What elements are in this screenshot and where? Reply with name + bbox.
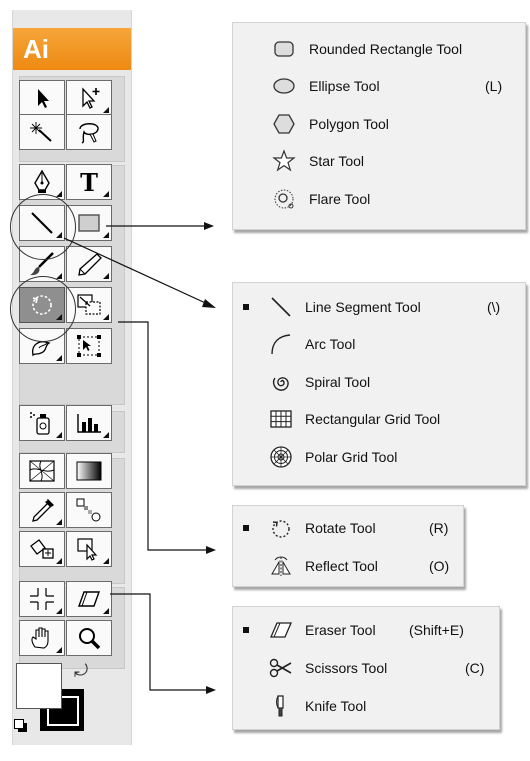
flyout-item-ellipse-tool[interactable]: Ellipse Tool (L) (233, 67, 525, 104)
arc-icon (271, 333, 291, 354)
flyout-item-shortcut: (L) (485, 77, 503, 94)
rectangular-grid-icon (270, 409, 292, 428)
star-icon (272, 148, 296, 171)
flyout-item-label: Rectangular Grid Tool (305, 410, 441, 427)
polar-grid-icon (270, 445, 292, 468)
eraser-icon (270, 621, 292, 638)
flyout-item-rounded-rectangle-tool[interactable]: Rounded Rectangle Tool (233, 30, 525, 67)
flyout-item-shortcut: (C) (465, 659, 485, 676)
flyout-item-line-segment-tool[interactable]: Line Segment Tool (\) (233, 288, 525, 325)
flyout-item-label: Line Segment Tool (305, 298, 421, 315)
flyout-item-label: Rotate Tool (305, 519, 376, 536)
flyout-item-star-tool[interactable]: Star Tool (233, 142, 525, 179)
flyout-item-reflect-tool[interactable]: Reflect Tool (O) (233, 547, 463, 584)
flyout-item-label: Rounded Rectangle Tool (309, 40, 463, 57)
knife-icon (276, 694, 284, 716)
flyout-item-label: Spiral Tool (305, 373, 371, 390)
flyout-item-shortcut: (O) (429, 557, 450, 574)
flyout-item-rectangular-grid-tool[interactable]: Rectangular Grid Tool (233, 400, 525, 437)
flyout-item-shortcut: (\) (487, 298, 501, 315)
flyout-item-rotate-tool[interactable]: Rotate Tool (R) (233, 509, 463, 546)
flyout-item-polygon-tool[interactable]: Polygon Tool (233, 105, 525, 142)
selected-bullet (243, 524, 249, 531)
flare-icon (274, 189, 294, 208)
spiral-icon (272, 376, 289, 391)
flyout-item-shortcut: (R) (429, 519, 449, 536)
line-tools-flyout: Line Segment Tool (\) Arc Tool Spiral To… (232, 282, 526, 486)
rotate-icon (272, 519, 290, 538)
flyout-item-label: Polygon Tool (309, 115, 389, 132)
flyout-item-flare-tool[interactable]: Flare Tool (233, 180, 525, 217)
flyout-item-label: Arc Tool (305, 335, 356, 352)
flyout-item-label: Knife Tool (305, 697, 367, 714)
flyout-item-label: Scissors Tool (305, 659, 388, 676)
flyout-item-label: Star Tool (309, 152, 364, 169)
flyout-item-eraser-tool[interactable]: Eraser Tool (Shift+E) (233, 611, 499, 648)
flyout-item-scissors-tool[interactable]: Scissors Tool (C) (233, 649, 499, 686)
line-segment-icon (271, 296, 291, 317)
flyout-item-arc-tool[interactable]: Arc Tool (233, 325, 525, 362)
flyout-item-knife-tool[interactable]: Knife Tool (233, 687, 499, 724)
flyout-item-label: Polar Grid Tool (305, 448, 398, 465)
selected-bullet (243, 303, 249, 310)
polygon-icon (273, 113, 295, 134)
reflect-icon (271, 556, 291, 576)
flyout-item-label: Ellipse Tool (309, 77, 380, 94)
ellipse-icon (273, 77, 295, 94)
flyout-item-spiral-tool[interactable]: Spiral Tool (233, 363, 525, 400)
rotate-tools-flyout: Rotate Tool (R) Reflect Tool (O) (232, 505, 464, 587)
flyout-item-shortcut: (Shift+E) (409, 621, 464, 638)
flyout-item-label: Reflect Tool (305, 557, 378, 574)
selected-bullet (243, 626, 249, 633)
flyout-item-label: Flare Tool (309, 190, 371, 207)
rounded-rectangle-icon (274, 40, 294, 57)
flyout-item-polar-grid-tool[interactable]: Polar Grid Tool (233, 438, 525, 475)
shape-tools-flyout: Rounded Rectangle Tool Ellipse Tool (L) … (232, 22, 526, 230)
scissors-icon (269, 658, 292, 677)
eraser-tools-flyout: Eraser Tool (Shift+E) Scissors Tool (C) … (232, 606, 500, 730)
flyout-item-label: Eraser Tool (305, 621, 376, 638)
